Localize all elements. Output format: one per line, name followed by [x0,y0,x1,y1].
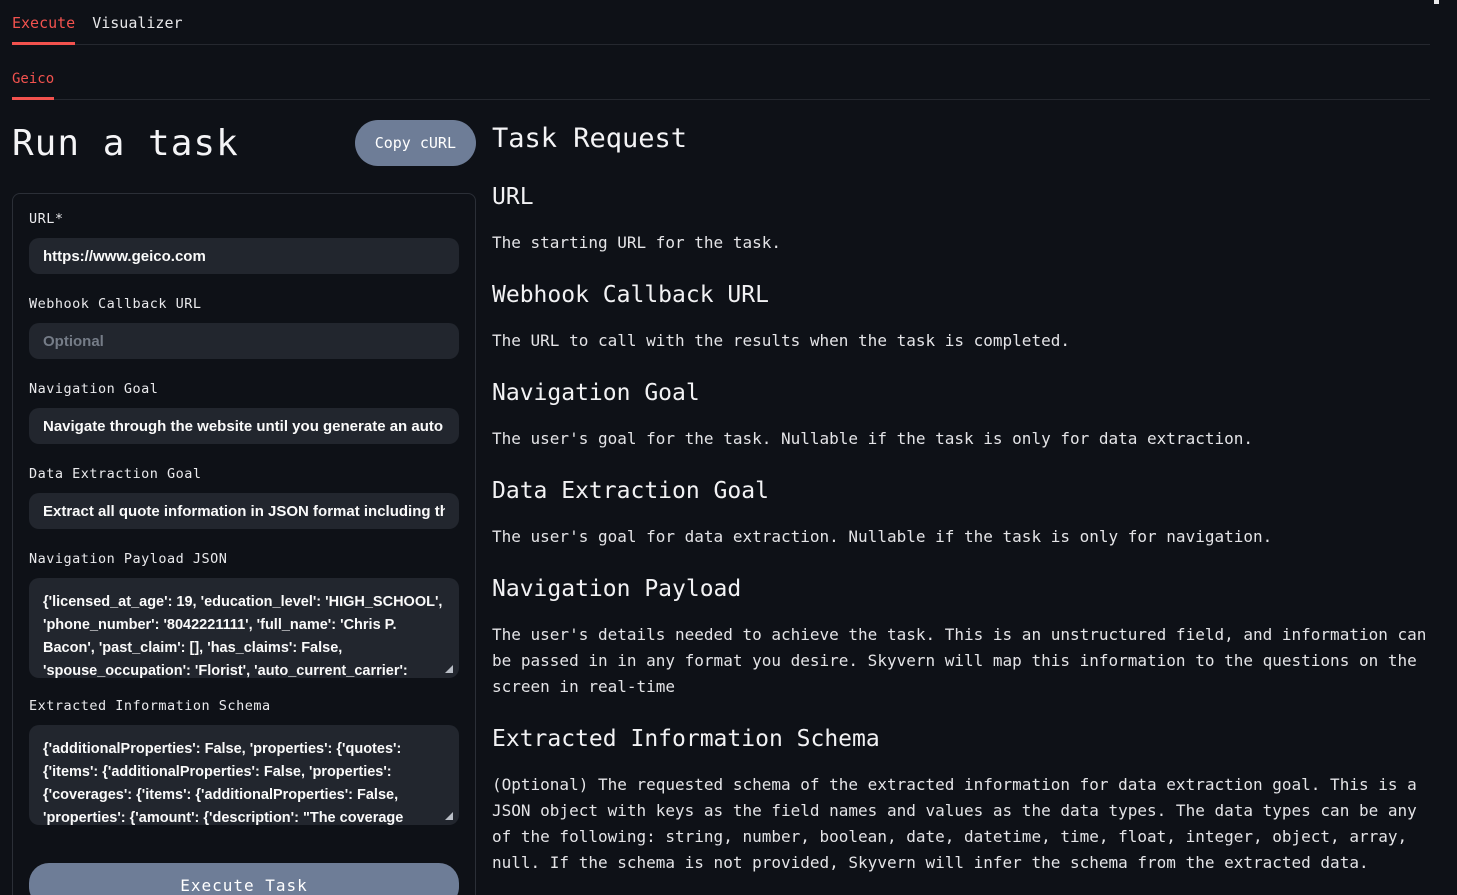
doc-section-extracted-schema: Extracted Information Schema (Optional) … [492,724,1432,876]
resize-handle-icon[interactable] [445,812,453,820]
execute-task-button[interactable]: Execute Task [29,863,459,895]
doc-heading-navigation-payload: Navigation Payload [492,574,1432,604]
extracted-information-schema-textarea[interactable]: {'additionalProperties': False, 'propert… [29,725,459,825]
url-label: URL* [29,212,459,227]
navigation-payload-wrap: {'licensed_at_age': 19, 'education_level… [29,578,459,678]
doc-heading-data-extraction-goal: Data Extraction Goal [492,476,1432,506]
task-form-column: Run a task Copy cURL URL* Webhook Callba… [12,120,476,895]
page-title: Run a task [12,122,239,166]
navigation-goal-input[interactable] [29,408,459,444]
doc-section-data-extraction-goal: Data Extraction Goal The user's goal for… [492,476,1432,550]
doc-body-data-extraction-goal: The user's goal for data extraction. Nul… [492,524,1432,550]
doc-body-webhook: The URL to call with the results when th… [492,328,1432,354]
navigation-payload-textarea[interactable]: {'licensed_at_age': 19, 'education_level… [29,578,459,678]
task-request-title: Task Request [492,122,1432,156]
main-content: Run a task Copy cURL URL* Webhook Callba… [0,100,1457,895]
tab-geico[interactable]: Geico [12,71,54,87]
doc-section-webhook: Webhook Callback URL The URL to call wit… [492,280,1432,354]
app-window: Execute Visualizer Geico Run a task Copy… [0,0,1457,895]
doc-section-url: URL The starting URL for the task. [492,182,1432,256]
run-task-form-card: URL* Webhook Callback URL Navigation Goa… [12,193,476,895]
data-extraction-goal-input[interactable] [29,493,459,529]
extracted-schema-wrap: {'additionalProperties': False, 'propert… [29,725,459,825]
doc-heading-extracted-schema: Extracted Information Schema [492,724,1432,754]
doc-body-extracted-schema: (Optional) The requested schema of the e… [492,772,1432,876]
top-tab-bar: Execute Visualizer [12,0,1430,45]
navigation-payload-json-label: Navigation Payload JSON [29,552,459,567]
doc-heading-url: URL [492,182,1432,212]
doc-body-navigation-goal: The user's goal for the task. Nullable i… [492,426,1432,452]
doc-body-navigation-payload: The user's details needed to achieve the… [492,622,1432,700]
url-input[interactable] [29,238,459,274]
extracted-information-schema-label: Extracted Information Schema [29,699,459,714]
doc-section-navigation-payload: Navigation Payload The user's details ne… [492,574,1432,700]
task-request-docs-column: Task Request URL The starting URL for th… [492,120,1432,895]
form-header: Run a task Copy cURL [12,120,476,166]
webhook-callback-url-label: Webhook Callback URL [29,297,459,312]
data-extraction-goal-label: Data Extraction Goal [29,467,459,482]
tab-visualizer[interactable]: Visualizer [92,14,182,32]
navigation-goal-label: Navigation Goal [29,382,459,397]
doc-body-url: The starting URL for the task. [492,230,1432,256]
sub-tab-bar: Geico [12,45,1430,100]
copy-curl-button[interactable]: Copy cURL [355,120,476,166]
doc-section-navigation-goal: Navigation Goal The user's goal for the … [492,378,1432,452]
doc-heading-webhook: Webhook Callback URL [492,280,1432,310]
doc-heading-navigation-goal: Navigation Goal [492,378,1432,408]
resize-handle-icon[interactable] [445,665,453,673]
tab-execute[interactable]: Execute [12,14,75,32]
scrollbar-thumb[interactable] [1434,0,1439,4]
webhook-callback-url-input[interactable] [29,323,459,359]
